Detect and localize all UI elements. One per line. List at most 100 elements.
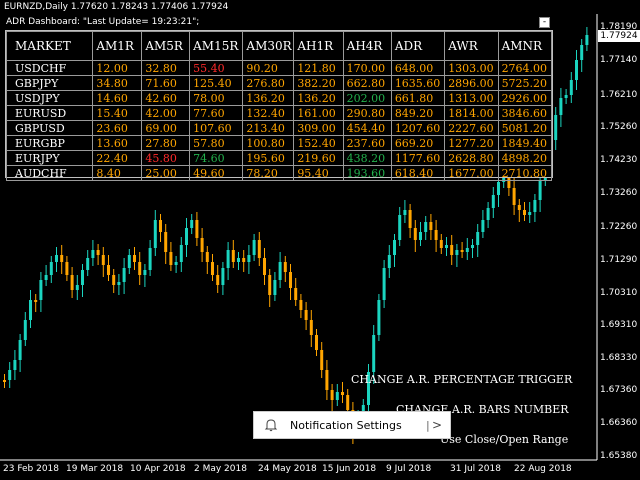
value-cell: 69.00 — [141, 120, 191, 136]
table-row: EURUSD 15.40 42.00 77.60 132.40 161.00 290.80 8… — [5, 105, 553, 121]
notification-settings-label: Notification Settings — [290, 419, 402, 432]
value-cell: 57.80 — [189, 135, 244, 151]
value-cell: 121.80 — [293, 60, 344, 76]
value-cell: 1677.00 — [444, 165, 499, 181]
chevron-right-icon: > — [432, 418, 443, 432]
candle-body — [164, 232, 168, 252]
date-axis-label: 24 May 2018 — [258, 464, 317, 474]
value-cell: 74.60 — [189, 150, 244, 166]
candle-body — [226, 250, 230, 268]
candle-body — [231, 250, 235, 262]
column-header-am1r: AM1R — [92, 31, 143, 61]
value-cell: 77.60 — [189, 105, 244, 121]
price-axis-label: 1.74230 — [600, 155, 638, 165]
value-cell: 195.60 — [242, 150, 295, 166]
value-cell: 12.00 — [92, 60, 143, 76]
candle-body — [153, 220, 157, 248]
candle-body — [445, 245, 448, 248]
candle-body — [481, 220, 485, 232]
candle-body — [101, 255, 105, 265]
value-cell: 125.40 — [189, 75, 244, 91]
candle-body — [278, 262, 282, 280]
value-cell: 90.20 — [242, 60, 295, 76]
candle-body — [29, 300, 32, 320]
candle-body — [341, 392, 344, 395]
price-axis-label: 1.65380 — [600, 451, 638, 461]
candle-body — [179, 245, 183, 262]
value-cell: 669.20 — [390, 135, 446, 151]
value-cell: 23.60 — [92, 120, 143, 136]
candle-body — [398, 215, 402, 240]
candle-body — [497, 182, 500, 195]
symbol-cell: USDJPY — [5, 90, 94, 106]
candle-body — [268, 275, 272, 295]
current-price-tag: 1.77924 — [598, 30, 640, 42]
candle-body — [476, 232, 480, 245]
candle-body — [8, 370, 12, 380]
date-axis-label: 9 Jul 2018 — [386, 464, 432, 474]
value-cell: 219.60 — [293, 150, 344, 166]
value-cell: 1277.20 — [444, 135, 499, 151]
value-cell: 152.40 — [293, 135, 344, 151]
candle-body — [49, 262, 53, 275]
value-cell: 45.80 — [141, 150, 191, 166]
candle-body — [263, 258, 266, 275]
candle-body — [216, 275, 220, 285]
candle-body — [39, 280, 43, 300]
value-cell: 2926.00 — [497, 90, 553, 106]
notification-settings-button[interactable]: Notification Settings | > — [253, 411, 451, 439]
use-close-open-range-button[interactable]: Use Close/Open Range — [440, 433, 568, 446]
value-cell: 95.40 — [293, 165, 344, 181]
value-cell: 309.00 — [293, 120, 344, 136]
value-cell: 237.60 — [342, 135, 392, 151]
candle-body — [450, 245, 454, 255]
date-axis-label: 19 Mar 2018 — [66, 464, 124, 474]
symbol-cell: EURJPY — [5, 150, 94, 166]
candle-body — [372, 335, 376, 372]
price-axis-label: 1.67360 — [600, 385, 638, 395]
candle-body — [86, 258, 90, 270]
candle-body — [3, 380, 6, 382]
price-axis-label: 1.76210 — [600, 90, 638, 100]
value-cell: 213.40 — [242, 120, 295, 136]
candle-body — [34, 300, 38, 302]
value-cell: 136.20 — [293, 90, 344, 106]
candle-body — [523, 210, 526, 215]
value-cell: 2764.00 — [497, 60, 553, 76]
table-row: GBPUSD 23.60 69.00 107.60 213.40 309.00 454.40… — [5, 120, 553, 136]
dashboard-minimize-button[interactable]: - — [539, 17, 550, 28]
candle-body — [538, 180, 542, 200]
candle-body — [133, 255, 136, 262]
column-header-ah4r: AH4R — [342, 31, 392, 61]
value-cell: 661.80 — [390, 90, 446, 106]
column-header-market: MARKET — [5, 31, 94, 61]
value-cell: 100.80 — [242, 135, 295, 151]
value-cell: 662.80 — [342, 75, 392, 91]
price-axis-label: 1.68330 — [600, 353, 638, 363]
value-cell: 290.80 — [342, 105, 392, 121]
value-cell: 136.20 — [242, 90, 295, 106]
change-ar-percentage-button[interactable]: CHANGE A.R. PERCENTAGE TRIGGER — [351, 373, 572, 386]
value-cell: 161.00 — [293, 105, 344, 121]
candle-body — [60, 255, 64, 262]
symbol-cell: GBPJPY — [5, 75, 94, 91]
value-cell: 71.60 — [141, 75, 191, 91]
candle-body — [294, 288, 298, 300]
value-cell: 55.40 — [189, 60, 244, 76]
value-cell: 276.80 — [242, 75, 295, 91]
date-axis-label: 15 Jun 2018 — [322, 464, 377, 474]
value-cell: 618.40 — [390, 165, 446, 181]
value-cell: 1635.60 — [390, 75, 446, 91]
candle-body — [393, 240, 396, 255]
value-cell: 22.40 — [92, 150, 143, 166]
value-cell: 4898.20 — [497, 150, 553, 166]
date-axis-label: 23 Feb 2018 — [3, 464, 60, 474]
price-axis-label: 1.70310 — [600, 288, 638, 298]
candle-body — [471, 245, 474, 248]
column-header-ah1r: AH1R — [293, 31, 344, 61]
candle-body — [283, 262, 287, 272]
value-cell: 2710.80 — [497, 165, 553, 181]
price-axis-label: 1.72260 — [600, 222, 638, 232]
candle-body — [512, 188, 516, 205]
dashboard-title: ADR Dashboard: "Last Update= 19:23:21"; — [6, 17, 200, 27]
